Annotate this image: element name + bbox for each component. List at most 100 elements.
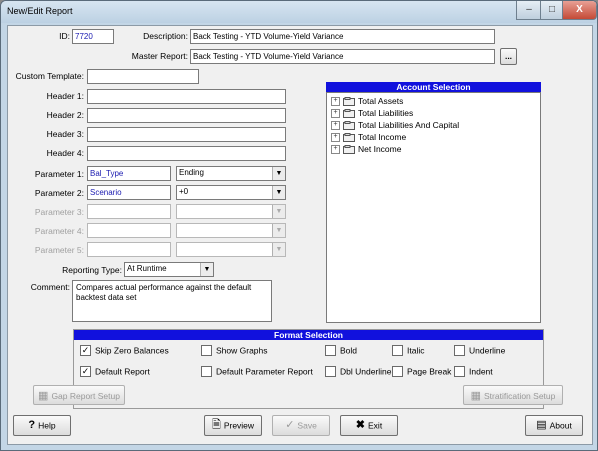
account-selection-header: Account Selection <box>326 82 541 92</box>
folder-icon <box>343 145 355 155</box>
parameter-1-select[interactable]: Ending ▼ <box>176 166 286 181</box>
checkbox-indent[interactable]: Indent <box>454 366 493 378</box>
about-icon: ▤ <box>536 419 547 432</box>
header-3-field[interactable] <box>87 127 286 142</box>
tree-item-label: Total Liabilities And Capital <box>358 120 460 130</box>
parameter-2-select-value: +0 <box>179 187 189 196</box>
report-window: New/Edit Report – □ X ID: 7720 Descripti… <box>0 0 598 451</box>
close-icon: ✖ <box>355 419 366 432</box>
chevron-down-icon: ▼ <box>272 167 285 180</box>
parameter-4-select: ▼ <box>176 223 286 238</box>
button-label: Preview <box>223 420 255 431</box>
parameter-5-field <box>87 242 171 257</box>
expand-icon[interactable]: + <box>331 145 340 155</box>
checkbox-box[interactable] <box>325 345 336 357</box>
checkbox-default-parameter-report[interactable]: Default Parameter Report <box>201 366 313 378</box>
tree-item-label: Net Income <box>358 144 402 154</box>
expand-icon[interactable]: + <box>331 133 340 143</box>
comment-field[interactable]: Compares actual performance against the … <box>72 280 272 322</box>
expand-icon[interactable]: + <box>331 121 340 131</box>
checkbox-dbl-underline[interactable]: Dbl Underline <box>325 366 392 378</box>
chevron-down-icon: ▼ <box>272 224 285 237</box>
description-label: Description: <box>143 31 188 41</box>
window-title: New/Edit Report <box>7 6 73 16</box>
checkbox-box[interactable] <box>454 366 465 378</box>
folder-icon <box>343 97 355 107</box>
preview-button[interactable]: 🗎 Preview <box>204 415 262 436</box>
parameter-1-label: Parameter 1: <box>34 169 84 179</box>
checkbox-box[interactable] <box>201 366 212 378</box>
expand-icon[interactable]: + <box>331 97 340 107</box>
reporting-type-label: Reporting Type: <box>62 265 122 275</box>
checkbox-label: Show Graphs <box>216 345 268 356</box>
reporting-type-value: At Runtime <box>127 264 167 273</box>
folder-icon <box>343 121 355 131</box>
master-report-field[interactable]: Back Testing - YTD Volume-Yield Variance <box>190 49 495 64</box>
custom-template-field[interactable] <box>87 69 199 84</box>
parameter-4-field <box>87 223 171 238</box>
title-bar: New/Edit Report – □ X <box>1 1 597 23</box>
header-2-field[interactable] <box>87 108 286 123</box>
reporting-type-select[interactable]: At Runtime ▼ <box>124 262 214 277</box>
about-button[interactable]: ▤ About <box>525 415 583 436</box>
parameter-3-select: ▼ <box>176 204 286 219</box>
tree-item-total-income[interactable]: + Total Income <box>331 131 406 143</box>
header-3-label: Header 3: <box>46 129 84 139</box>
expand-icon[interactable]: + <box>331 109 340 119</box>
checkmark-icon[interactable]: ✓ <box>80 345 91 357</box>
format-selection-header: Format Selection <box>74 330 543 340</box>
setup-icon: ▦ <box>470 389 482 402</box>
checkbox-bold[interactable]: Bold <box>325 345 358 357</box>
header-1-field[interactable] <box>87 89 286 104</box>
minimize-button[interactable]: – <box>516 1 542 20</box>
header-4-field[interactable] <box>87 146 286 161</box>
checkbox-label: Default Parameter Report <box>216 366 313 377</box>
checkbox-show-graphs[interactable]: Show Graphs <box>201 345 268 357</box>
tree-item-total-assets[interactable]: + Total Assets <box>331 95 403 107</box>
account-tree[interactable]: + Total Assets + Total Liabilities + Total … <box>326 92 541 323</box>
form-body: ID: 7720 Description: Back Testing - YTD… <box>7 25 593 445</box>
parameter-2-field[interactable]: Scenario <box>87 185 171 200</box>
tree-item-total-liabilities[interactable]: + Total Liabilities <box>331 107 413 119</box>
parameter-3-label: Parameter 3: <box>34 207 84 217</box>
tree-item-total-liabilities-and-capital[interactable]: + Total Liabilities And Capital <box>331 119 459 131</box>
parameter-2-label: Parameter 2: <box>34 188 84 198</box>
help-button[interactable]: ? Help <box>13 415 71 436</box>
checkbox-box[interactable] <box>325 366 336 378</box>
parameter-1-select-value: Ending <box>179 168 204 177</box>
description-field[interactable]: Back Testing - YTD Volume-Yield Variance <box>190 29 495 44</box>
button-label: Stratification Setup <box>484 390 556 401</box>
checkbox-skip-zero-balances[interactable]: ✓ Skip Zero Balances <box>80 345 169 357</box>
checkbox-box[interactable] <box>454 345 465 357</box>
custom-template-label: Custom Template: <box>15 71 84 81</box>
checkbox-label: Indent <box>469 366 493 377</box>
master-report-label: Master Report: <box>131 51 188 61</box>
checkbox-label: Italic <box>407 345 425 356</box>
checkbox-italic[interactable]: Italic <box>392 345 425 357</box>
tree-item-net-income[interactable]: + Net Income <box>331 143 401 155</box>
stratification-setup-button: ▦ Stratification Setup <box>463 385 563 405</box>
master-report-browse-button[interactable]: ... <box>500 48 517 65</box>
comment-label: Comment: <box>30 282 70 292</box>
button-label: Help <box>38 420 56 431</box>
checkbox-underline[interactable]: Underline <box>454 345 505 357</box>
maximize-button[interactable]: □ <box>540 1 564 20</box>
exit-button[interactable]: ✖ Exit <box>340 415 398 436</box>
chevron-down-icon: ▼ <box>272 243 285 256</box>
checkmark-icon[interactable]: ✓ <box>80 366 91 378</box>
checkbox-label: Skip Zero Balances <box>95 345 169 356</box>
checkbox-label: Dbl Underline <box>340 366 392 377</box>
gap-report-setup-button: ▦ Gap Report Setup <box>33 385 125 405</box>
checkbox-box[interactable] <box>201 345 212 357</box>
tree-item-label: Total Income <box>358 132 407 142</box>
checkbox-box[interactable] <box>392 345 403 357</box>
close-button[interactable]: X <box>562 1 597 20</box>
button-label: Exit <box>368 420 383 431</box>
checkbox-page-break[interactable]: Page Break <box>392 366 451 378</box>
parameter-2-select[interactable]: +0 ▼ <box>176 185 286 200</box>
checkbox-label: Bold <box>340 345 358 356</box>
chevron-down-icon: ▼ <box>200 263 213 276</box>
checkbox-default-report[interactable]: ✓ Default Report <box>80 366 150 378</box>
checkbox-box[interactable] <box>392 366 403 378</box>
parameter-1-field[interactable]: Bal_Type <box>87 166 171 181</box>
